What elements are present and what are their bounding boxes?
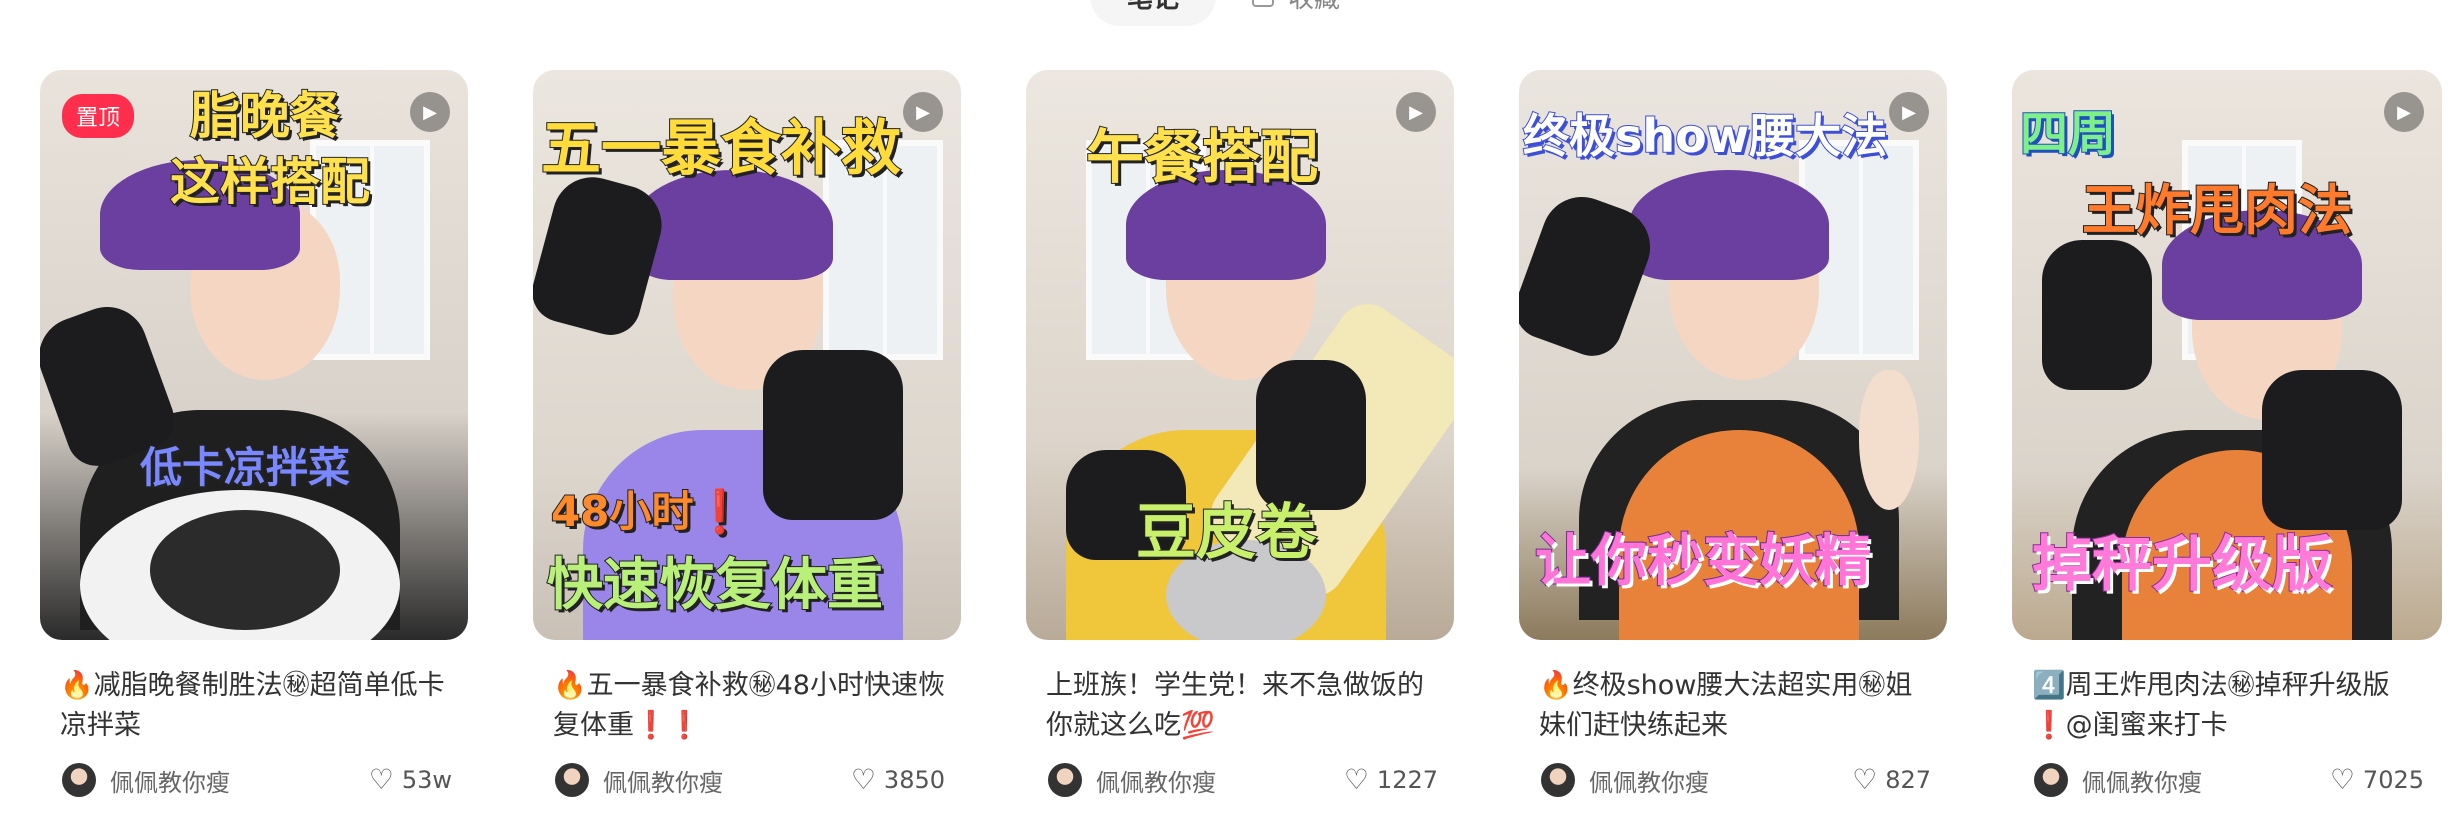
- like-count: 3850: [883, 766, 945, 794]
- play-icon: ▶: [1396, 92, 1436, 132]
- note-card[interactable]: ▶ 五一暴食补救 48小时❗ 快速恢复体重 🔥五一暴食补救㊙48小时快速恢复体重…: [533, 70, 961, 810]
- note-title[interactable]: 🔥终极show腰大法超实用㊙姐妹们赶快练起来: [1539, 666, 1939, 746]
- tab-collections-label: 收藏: [1288, 0, 1340, 15]
- note-card[interactable]: ▶ 午餐搭配 豆皮卷 上班族！学生党！来不急做饭的你就这么吃💯 佩佩教你瘦 ♡ …: [1026, 70, 1454, 810]
- cover-caption: 这样搭配: [169, 152, 371, 212]
- note-meta: 佩佩教你瘦 ♡ 1227: [1048, 760, 1438, 800]
- avatar[interactable]: [62, 763, 96, 797]
- inset-model-image: [1859, 370, 1919, 510]
- play-icon: ▶: [2384, 92, 2424, 132]
- note-card[interactable]: ▶ 四周 王炸甩肉法 掉秤升级版 4️⃣周王炸甩肉法㊙掉秤升级版❗@闺蜜来打卡 …: [2012, 70, 2460, 810]
- note-title[interactable]: 🔥减脂晚餐制胜法㊙超简单低卡凉拌菜: [60, 666, 460, 746]
- play-icon: ▶: [903, 92, 943, 132]
- avatar[interactable]: [555, 763, 589, 797]
- play-icon: ▶: [1889, 92, 1929, 132]
- cover-caption: 四周: [2019, 105, 2117, 163]
- like-count: 1227: [1376, 766, 1438, 794]
- like-count: 7025: [2362, 766, 2424, 794]
- cover-caption: 五一暴食补救: [540, 113, 902, 185]
- note-cover[interactable]: ▶ 四周 王炸甩肉法 掉秤升级版: [2012, 70, 2442, 640]
- note-meta: 佩佩教你瘦 ♡ 3850: [555, 760, 945, 800]
- heart-outline-icon[interactable]: ♡: [851, 766, 876, 794]
- note-meta: 佩佩教你瘦 ♡ 53w: [62, 760, 452, 800]
- cover-caption: 终极show腰大法: [1522, 108, 1888, 164]
- heart-outline-icon[interactable]: ♡: [1852, 766, 1877, 794]
- tab-bar: 笔记 收藏: [0, 0, 2460, 26]
- cover-caption: 豆皮卷: [1135, 497, 1317, 569]
- glove-image: [2262, 370, 2402, 530]
- avatar[interactable]: [1048, 763, 1082, 797]
- cover-caption: 快速恢复体重: [546, 552, 884, 619]
- cover-caption: 午餐搭配: [1085, 122, 1319, 192]
- avatar[interactable]: [2034, 763, 2068, 797]
- note-meta: 佩佩教你瘦 ♡ 827: [1541, 760, 1931, 800]
- author-name[interactable]: 佩佩教你瘦: [1096, 763, 1344, 798]
- cover-caption: 48小时❗: [550, 486, 747, 537]
- tab-collections[interactable]: 收藏: [1252, 0, 1340, 26]
- author-name[interactable]: 佩佩教你瘦: [110, 763, 369, 798]
- cover-caption: 低卡凉拌菜: [139, 442, 351, 493]
- note-cover[interactable]: ▶ 终极show腰大法 让你秒变妖精: [1519, 70, 1947, 640]
- glove-image: [2042, 240, 2152, 390]
- pinned-badge: 置顶: [62, 94, 135, 138]
- like-count: 53w: [401, 766, 452, 794]
- avatar[interactable]: [1541, 763, 1575, 797]
- like-count: 827: [1885, 766, 1931, 794]
- cover-caption: 脂晚餐: [189, 86, 341, 146]
- cover-caption: 让你秒变妖精: [1534, 528, 1872, 595]
- heart-outline-icon[interactable]: ♡: [2330, 766, 2355, 794]
- author-name[interactable]: 佩佩教你瘦: [1589, 763, 1852, 798]
- collect-icon: [1252, 0, 1274, 7]
- note-title[interactable]: 上班族！学生党！来不急做饭的你就这么吃💯: [1046, 666, 1446, 746]
- notes-grid: 置顶 ▶ 脂晚餐 这样搭配 低卡凉拌菜 🔥减脂晚餐制胜法㊙超简单低卡凉拌菜 佩佩…: [40, 70, 2460, 810]
- author-name[interactable]: 佩佩教你瘦: [603, 763, 851, 798]
- note-cover[interactable]: ▶ 午餐搭配 豆皮卷: [1026, 70, 1454, 640]
- note-meta: 佩佩教你瘦 ♡ 7025: [2034, 760, 2424, 800]
- author-name[interactable]: 佩佩教你瘦: [2082, 763, 2330, 798]
- play-icon: ▶: [410, 92, 450, 132]
- cover-caption: 王炸甩肉法: [2081, 178, 2353, 243]
- note-title[interactable]: 🔥五一暴食补救㊙48小时快速恢复体重❗❗: [553, 666, 953, 746]
- note-title[interactable]: 4️⃣周王炸甩肉法㊙掉秤升级版❗@闺蜜来打卡: [2032, 666, 2432, 746]
- note-cover[interactable]: 置顶 ▶ 脂晚餐 这样搭配 低卡凉拌菜: [40, 70, 468, 640]
- note-card[interactable]: ▶ 终极show腰大法 让你秒变妖精 🔥终极show腰大法超实用㊙姐妹们赶快练起…: [1519, 70, 1947, 810]
- tab-notes-label: 笔记: [1127, 0, 1179, 15]
- heart-outline-icon[interactable]: ♡: [369, 766, 394, 794]
- cover-caption: 掉秤升级版: [2031, 529, 2333, 601]
- note-card[interactable]: 置顶 ▶ 脂晚餐 这样搭配 低卡凉拌菜 🔥减脂晚餐制胜法㊙超简单低卡凉拌菜 佩佩…: [40, 70, 468, 810]
- tab-notes[interactable]: 笔记: [1090, 0, 1216, 26]
- heart-outline-icon[interactable]: ♡: [1344, 766, 1369, 794]
- note-cover[interactable]: ▶ 五一暴食补救 48小时❗ 快速恢复体重: [533, 70, 961, 640]
- glove-image: [763, 350, 903, 520]
